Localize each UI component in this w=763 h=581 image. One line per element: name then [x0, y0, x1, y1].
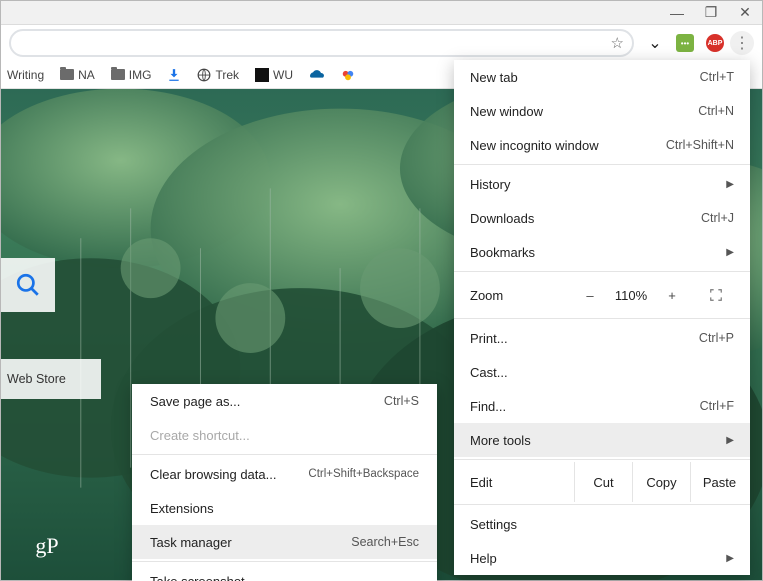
- chevron-right-icon: ▶: [726, 247, 734, 258]
- menu-zoom: Zoom – 110% +: [454, 274, 750, 316]
- submenu-task-manager[interactable]: Task managerSearch+Esc: [132, 525, 437, 559]
- menu-separator: [454, 459, 750, 460]
- bookmark-photos[interactable]: [341, 68, 355, 82]
- chevron-right-icon: ▶: [726, 553, 734, 564]
- web-store-label: Web Store: [7, 372, 66, 386]
- zoom-label: Zoom: [470, 288, 572, 303]
- folder-icon: [111, 69, 125, 80]
- bookmark-wu[interactable]: WU: [255, 68, 293, 82]
- menu-help[interactable]: Help▶: [454, 541, 750, 575]
- menu-new-tab[interactable]: New tabCtrl+T: [454, 60, 750, 94]
- submenu-screenshot[interactable]: Take screenshot: [132, 564, 437, 581]
- chevron-right-icon: ▶: [726, 179, 734, 190]
- menu-separator: [132, 454, 437, 455]
- menu-separator: [454, 318, 750, 319]
- zoom-out-button[interactable]: –: [572, 288, 608, 303]
- submenu-clear-data[interactable]: Clear browsing data...Ctrl+Shift+Backspa…: [132, 457, 437, 491]
- menu-print[interactable]: Print...Ctrl+P: [454, 321, 750, 355]
- search-icon: [15, 272, 41, 298]
- folder-icon: [60, 69, 74, 80]
- menu-bookmarks[interactable]: Bookmarks▶: [454, 235, 750, 269]
- close-button[interactable]: ✕: [728, 1, 762, 25]
- cut-button[interactable]: Cut: [574, 462, 632, 502]
- submenu-save-page[interactable]: Save page as...Ctrl+S: [132, 384, 437, 418]
- menu-find[interactable]: Find...Ctrl+F: [454, 389, 750, 423]
- restore-button[interactable]: ❐: [694, 1, 728, 25]
- extension-icons: ⌄ ••• ABP: [646, 34, 724, 52]
- fullscreen-icon: [709, 288, 723, 302]
- menu-cast[interactable]: Cast...: [454, 355, 750, 389]
- menu-separator: [454, 164, 750, 165]
- star-icon[interactable]: ☆: [611, 34, 624, 52]
- more-tools-submenu: Save page as...Ctrl+S Create shortcut...…: [132, 384, 437, 581]
- zoom-in-button[interactable]: +: [654, 288, 690, 303]
- copy-button[interactable]: Copy: [632, 462, 690, 502]
- menu-separator: [132, 561, 437, 562]
- menu-separator: [454, 271, 750, 272]
- chrome-main-menu: New tabCtrl+T New windowCtrl+N New incog…: [454, 60, 750, 575]
- search-tile[interactable]: [1, 258, 55, 312]
- browser-window: — ❐ ✕ ☆ ⌄ ••• ABP ⋮ Writing NA IMG Trek …: [0, 0, 763, 581]
- gp-watermark: gP: [15, 526, 79, 566]
- window-titlebar: — ❐ ✕: [1, 1, 762, 25]
- menu-separator: [454, 504, 750, 505]
- globe-icon: [197, 68, 211, 82]
- pocket-icon[interactable]: ⌄: [646, 34, 664, 52]
- menu-settings[interactable]: Settings: [454, 507, 750, 541]
- submenu-extensions[interactable]: Extensions: [132, 491, 437, 525]
- bookmark-download[interactable]: [167, 68, 181, 82]
- fullscreen-button[interactable]: [698, 288, 734, 302]
- edit-label: Edit: [470, 475, 574, 490]
- menu-incognito[interactable]: New incognito windowCtrl+Shift+N: [454, 128, 750, 162]
- onedrive-icon: [309, 69, 325, 81]
- paste-button[interactable]: Paste: [690, 462, 748, 502]
- bookmark-na[interactable]: NA: [60, 68, 95, 82]
- bookmark-img[interactable]: IMG: [111, 68, 152, 82]
- menu-more-tools[interactable]: More tools▶: [454, 423, 750, 457]
- web-store-tile[interactable]: Web Store: [1, 359, 101, 399]
- zoom-value: 110%: [608, 288, 654, 303]
- menu-new-window[interactable]: New windowCtrl+N: [454, 94, 750, 128]
- menu-history[interactable]: History▶: [454, 167, 750, 201]
- download-icon: [167, 68, 181, 82]
- bookmark-writing[interactable]: Writing: [7, 68, 44, 82]
- menu-edit-row: Edit Cut Copy Paste: [454, 462, 750, 502]
- photos-icon: [341, 68, 355, 82]
- menu-downloads[interactable]: DownloadsCtrl+J: [454, 201, 750, 235]
- chevron-right-icon: ▶: [726, 435, 734, 446]
- bookmark-trek[interactable]: Trek: [197, 68, 239, 82]
- submenu-create-shortcut: Create shortcut...: [132, 418, 437, 452]
- address-bar[interactable]: ☆: [9, 29, 634, 57]
- minimize-button[interactable]: —: [660, 1, 694, 25]
- bookmark-onedrive[interactable]: [309, 69, 325, 81]
- adblock-icon[interactable]: ABP: [706, 34, 724, 52]
- chrome-menu-button[interactable]: ⋮: [730, 31, 754, 55]
- lastpass-icon[interactable]: •••: [676, 34, 694, 52]
- browser-toolbar: ☆ ⌄ ••• ABP ⋮: [1, 25, 762, 61]
- wu-icon: [255, 68, 269, 82]
